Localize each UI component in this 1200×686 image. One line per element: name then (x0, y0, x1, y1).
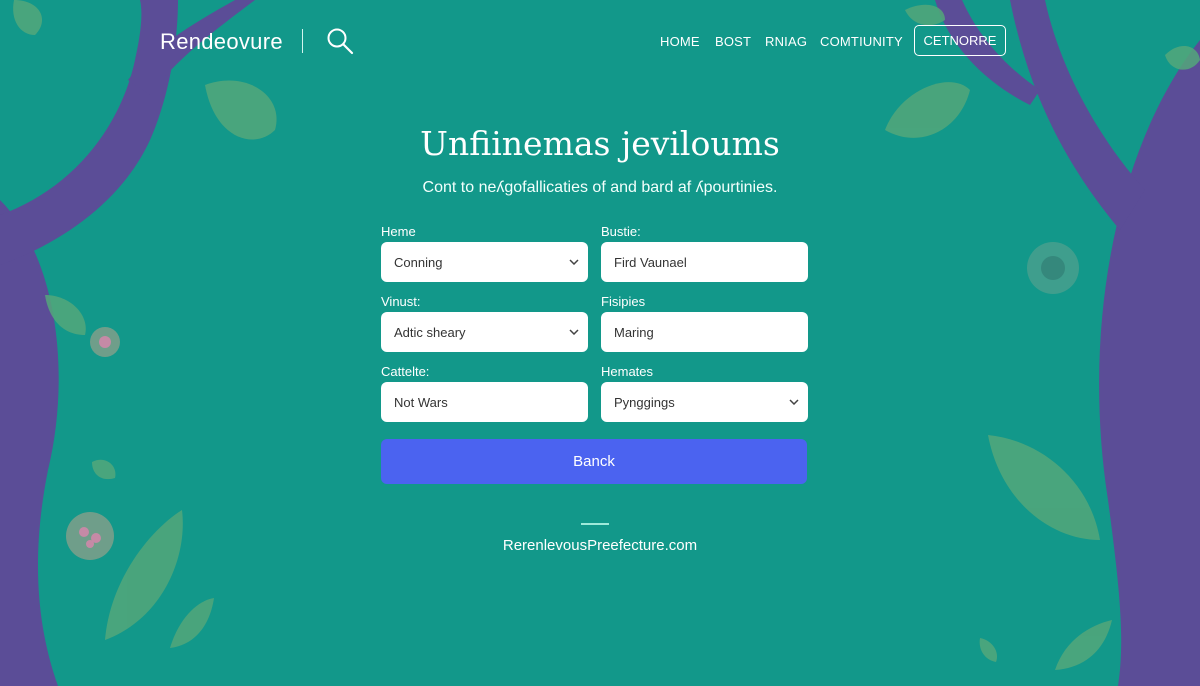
footer-divider (581, 523, 609, 525)
page-title: Unfiinemas jeviloums (420, 124, 780, 163)
site-logo[interactable]: Rendeovure (160, 29, 283, 55)
bustie-input[interactable]: Fird Vaunael (601, 242, 808, 282)
flower (90, 327, 120, 357)
chevron-down-icon (563, 259, 585, 265)
logo-divider (302, 29, 303, 53)
chevron-down-icon (783, 399, 805, 405)
nav-community[interactable]: COMTIUNITY (820, 34, 903, 49)
top-navigation-bar: Rendeovure HOME BOST RNIAG COMTIUNITY CE… (0, 0, 1200, 80)
footer-domain-link[interactable]: RerenlevousPreefecture.com (0, 537, 1200, 554)
hemates-select-value: Pynggings (614, 394, 675, 410)
left-tree-trunk (0, 200, 59, 686)
nav-bost[interactable]: BOST (715, 34, 751, 49)
heme-select-value: Conning (394, 254, 443, 270)
field-label-hemates: Hemates (601, 364, 654, 379)
leaf (979, 638, 998, 662)
vinust-select-value: Adtic sheary (394, 324, 466, 340)
leaf (1055, 620, 1112, 670)
flower (1027, 242, 1079, 294)
field-label-fisipies: Fisipies (601, 294, 646, 309)
chevron-down-icon (563, 329, 585, 335)
submit-button[interactable]: Banck (381, 439, 807, 484)
vinust-select[interactable]: Adtic sheary (381, 312, 588, 352)
fisipies-input[interactable]: Maring (601, 312, 808, 352)
search-icon[interactable] (326, 27, 354, 55)
field-label-cattelte: Cattelte: (381, 364, 430, 379)
nav-rniag[interactable]: RNIAG (765, 34, 807, 49)
page-subtitle: Cont to neʎgofallicaties of and bard af … (422, 179, 778, 196)
nav-home[interactable]: HOME (660, 34, 700, 49)
field-label-bustie: Bustie: (601, 224, 641, 239)
cattelte-input[interactable]: Not Wars (381, 382, 588, 422)
leaf (92, 459, 116, 480)
leaf (988, 435, 1100, 540)
heme-select[interactable]: Conning (381, 242, 588, 282)
field-label-vinust: Vinust: (381, 294, 421, 309)
field-label-heme: Heme (381, 224, 416, 239)
leaf (170, 598, 214, 648)
background-illustration (0, 0, 1200, 686)
hemates-select[interactable]: Pynggings (601, 382, 808, 422)
header-cta-button[interactable]: CETNORRE (914, 25, 1006, 56)
leaf (105, 510, 183, 640)
